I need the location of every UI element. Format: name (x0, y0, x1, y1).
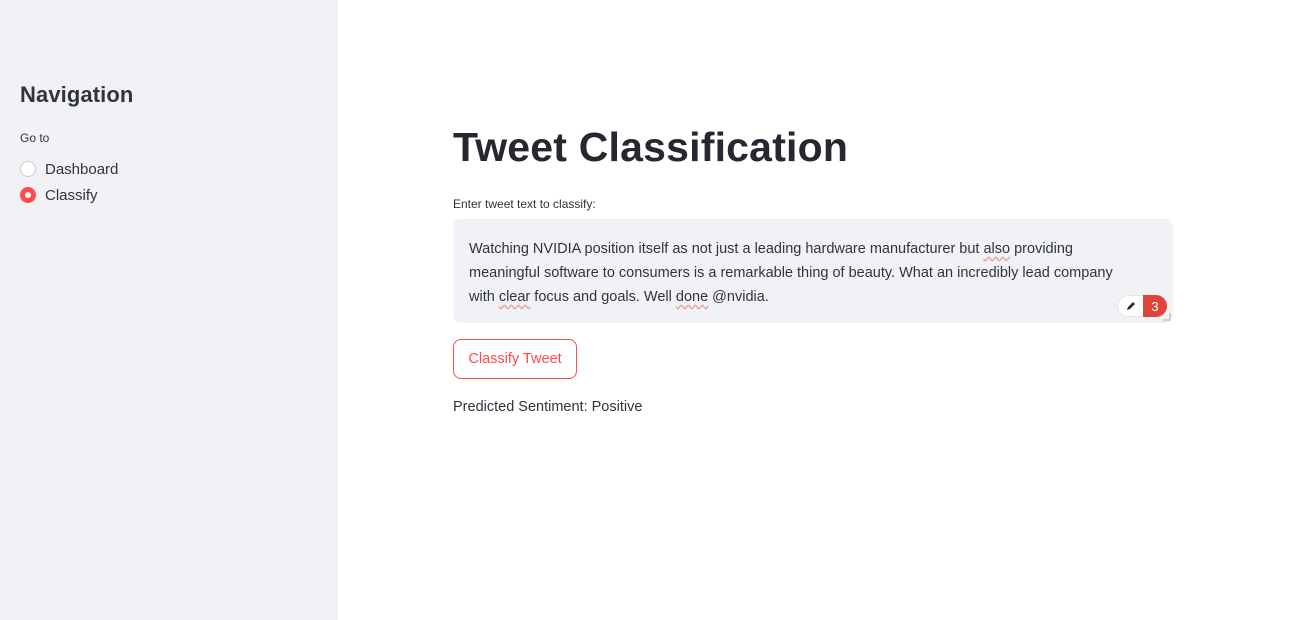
tweet-text: Watching NVIDIA position itself as not j… (469, 237, 1159, 309)
tweet-text-segment: providing (1010, 241, 1073, 257)
tweet-text-segment: Watching NVIDIA position itself as not j… (469, 241, 984, 257)
page-title: Tweet Classification (453, 124, 849, 170)
grammar-checker-widget[interactable]: 3 (1117, 295, 1167, 317)
tweet-textarea[interactable]: Watching NVIDIA position itself as not j… (453, 219, 1173, 323)
radio-button-selected[interactable] (20, 187, 36, 203)
main-content: Tweet Classification Enter tweet text to… (338, 0, 1294, 620)
radio-button-unselected[interactable] (20, 161, 36, 177)
tweet-text-segment: meaningful software to consumers is a re… (469, 265, 1113, 281)
pen-icon[interactable] (1117, 295, 1143, 317)
tweet-text-segment: with (469, 289, 499, 305)
radio-label-classify: Classify (45, 186, 98, 204)
tweet-input-label: Enter tweet text to classify: (453, 197, 596, 211)
app-root: Navigation Go to Dashboard Classify Twee… (0, 0, 1294, 620)
spelling-flag: done (675, 289, 709, 305)
radio-option-classify[interactable]: Classify (20, 184, 98, 206)
spelling-flag: clear (498, 289, 531, 305)
classify-tweet-button[interactable]: Classify Tweet (453, 339, 577, 379)
spelling-flag: also (983, 241, 1011, 257)
radio-group-label: Go to (20, 131, 50, 145)
sidebar-title: Navigation (20, 82, 134, 107)
tweet-text-segment: focus and goals. Well (530, 289, 676, 305)
tweet-text-segment: @nvidia. (708, 289, 769, 305)
sidebar: Navigation Go to Dashboard Classify (0, 0, 338, 620)
prediction-result: Predicted Sentiment: Positive (453, 399, 643, 415)
radio-option-dashboard[interactable]: Dashboard (20, 158, 118, 180)
textarea-resize-handle[interactable] (1163, 313, 1171, 321)
radio-label-dashboard: Dashboard (45, 160, 119, 178)
